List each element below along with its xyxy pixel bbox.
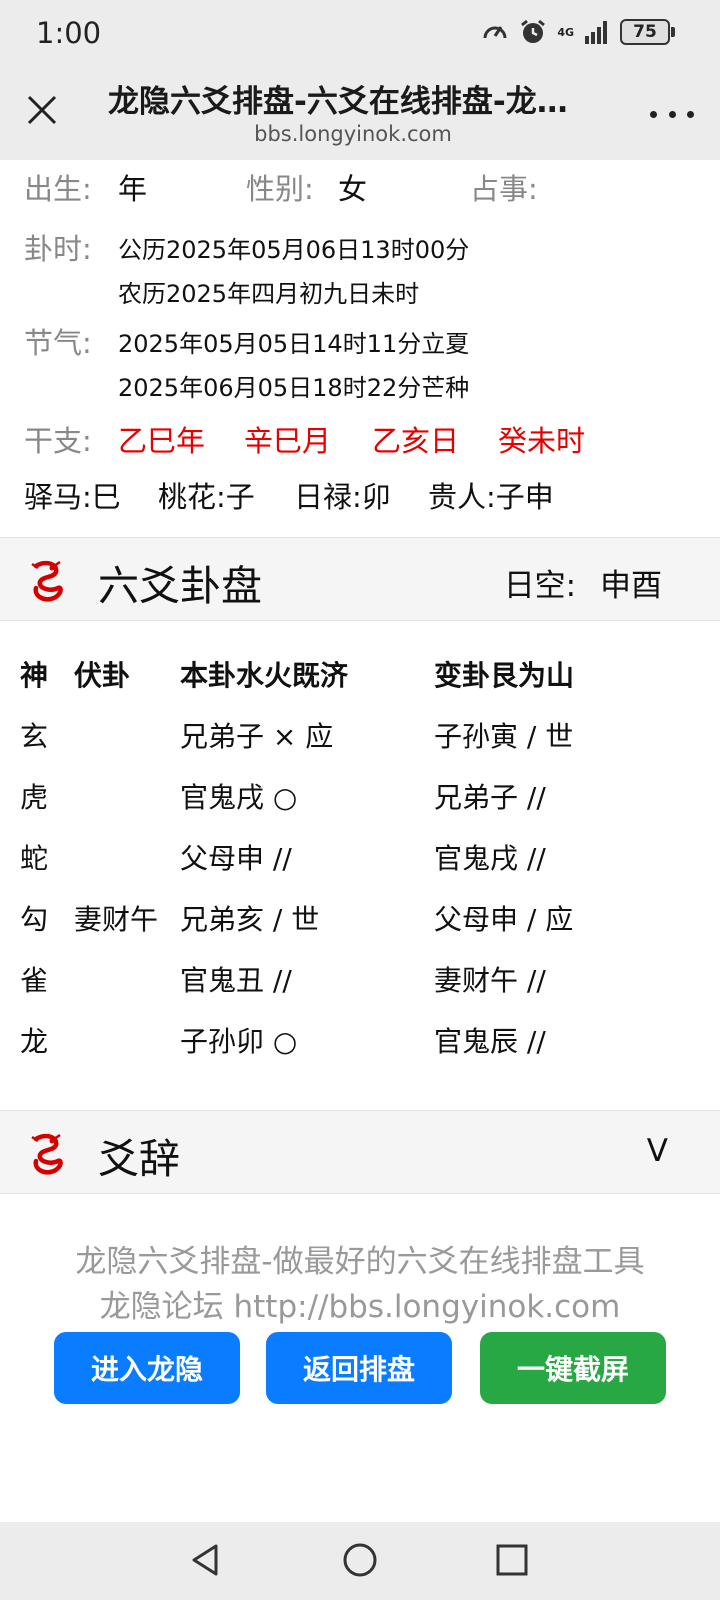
gua-section-title: 六爻卦盘 (98, 562, 262, 610)
cell-hidden: 妻财午 (74, 903, 159, 936)
gender-value: 女 (338, 172, 368, 206)
page-url[interactable]: bbs.longyinok.com (108, 122, 598, 146)
matter-row: 占事: (470, 166, 538, 208)
home-button[interactable] (338, 1538, 382, 1582)
dragon-logo-icon (31, 560, 63, 602)
void-label: 日空: (503, 568, 577, 604)
header-changed-gua: 变卦艮为山 (434, 659, 575, 692)
dragon-logo-icon (31, 1133, 63, 1175)
gender-label: 性别: (246, 172, 314, 206)
table-header: 神 伏卦 本卦水火既济 变卦艮为山 (20, 654, 700, 714)
time-label: 卦时: (24, 232, 92, 266)
guiren: 贵人:子申 (428, 480, 554, 514)
lunar-date: 农历2025年四月初九日未时 (118, 280, 420, 308)
enter-longyin-button[interactable]: 进入龙隐 (54, 1332, 240, 1404)
table-row: 玄 兄弟子 × 应 子孙寅 / 世 (20, 715, 700, 775)
cell-god: 蛇 (20, 842, 49, 875)
cell-god: 雀 (20, 964, 49, 997)
recents-icon (496, 1544, 528, 1576)
cell-main: 官鬼戌 ○ (180, 781, 298, 814)
cell-god: 玄 (20, 720, 49, 753)
void-value: 申酉 (600, 568, 662, 604)
cell-main: 兄弟子 × 应 (180, 720, 334, 753)
footer-slogan: 龙隐六爻排盘-做最好的六爻在线排盘工具 (75, 1244, 645, 1280)
status-icons: 4G 75 (481, 18, 675, 46)
alarm-icon (521, 19, 546, 43)
taohua: 桃花:子 (158, 480, 255, 514)
footer-site[interactable]: 龙隐论坛 http://bbs.longyinok.com (0, 1281, 720, 1326)
ganzhi-year: 乙巳年 (118, 424, 206, 458)
battery-indicator: 75 (620, 19, 675, 45)
status-time: 1:00 (36, 16, 102, 50)
more-icon-dot (668, 110, 676, 118)
cell-god: 虎 (20, 781, 49, 814)
back-icon (192, 1544, 218, 1576)
back-button[interactable] (184, 1538, 228, 1582)
signal-icon (585, 21, 607, 44)
cell-main: 父母申 // (180, 842, 292, 875)
expand-toggle[interactable]: V (647, 1133, 668, 1169)
table-row: 蛇 父母申 // 官鬼戌 // (20, 837, 700, 897)
close-button[interactable] (20, 88, 64, 132)
gender-row: 性别: 女 (246, 166, 367, 208)
ganzhi-day: 乙亥日 (372, 424, 460, 458)
birth-row: 出生: 年 (24, 166, 147, 208)
cell-changed: 官鬼戌 // (434, 842, 546, 875)
birth-label: 出生: (24, 172, 92, 206)
solar-term-2: 2025年06月05日18时22分芒种 (118, 374, 470, 402)
birth-value: 年 (118, 172, 148, 206)
ganzhi-label: 干支: (24, 424, 92, 458)
cell-changed: 父母申 / 应 (434, 903, 574, 936)
cell-main: 官鬼丑 // (180, 964, 292, 997)
yao-section-title: 爻辞 (98, 1135, 180, 1183)
table-row: 勾 妻财午 兄弟亥 / 世 父母申 / 应 (20, 898, 700, 958)
cell-changed: 官鬼辰 // (434, 1025, 546, 1058)
term-label: 节气: (24, 326, 92, 360)
browser-header: 龙隐六爻排盘-六爻在线排盘-龙隐论坛 bbs.longyinok.com (0, 68, 720, 160)
close-icon (27, 95, 57, 125)
header-god: 神 (20, 659, 49, 692)
cell-changed: 子孙寅 / 世 (434, 720, 574, 753)
term-label-row: 节气: (24, 320, 92, 362)
yao-section-header[interactable]: 爻辞 V (0, 1110, 720, 1194)
ganzhi-month: 辛巳月 (244, 424, 332, 458)
network-type: 4G (557, 25, 574, 39)
cell-changed: 兄弟子 // (434, 781, 546, 814)
cell-god: 龙 (20, 1025, 49, 1058)
yima: 驿马:巳 (24, 480, 121, 514)
ganzhi-hour: 癸未时 (498, 424, 586, 458)
more-icon (650, 110, 657, 118)
home-icon (343, 1543, 377, 1577)
system-nav-bar (0, 1522, 720, 1600)
table-row: 雀 官鬼丑 // 妻财午 // (20, 959, 700, 1019)
cell-changed: 妻财午 // (434, 964, 546, 997)
ganzhi-row: 干支: (24, 418, 92, 460)
table-row: 虎 官鬼戌 ○ 兄弟子 // (20, 776, 700, 836)
header-main-gua: 本卦水火既济 (180, 659, 349, 692)
rilu: 日禄:卯 (294, 480, 391, 514)
page-title: 龙隐六爻排盘-六爻在线排盘-龙隐论坛 (108, 84, 598, 120)
more-menu-button[interactable] (650, 102, 694, 126)
speed-icon (483, 26, 507, 39)
void-info: 日空: 申酉 (504, 560, 662, 605)
cell-main: 兄弟亥 / 世 (180, 903, 320, 936)
cell-god: 勾 (20, 903, 49, 936)
back-to-chart-button[interactable]: 返回排盘 (266, 1332, 452, 1404)
cell-main: 子孙卯 ○ (180, 1025, 298, 1058)
solar-term-1: 2025年05月05日14时11分立夏 (118, 330, 470, 358)
screenshot-button[interactable]: 一键截屏 (480, 1332, 666, 1404)
more-icon-dot (687, 110, 694, 118)
solar-date: 公历2025年05月06日13时00分 (118, 236, 470, 264)
time-label-row: 卦时: (24, 226, 92, 268)
gua-section-header: 六爻卦盘 日空: 申酉 (0, 537, 720, 621)
status-bar: 1:00 4G 75 (0, 0, 720, 68)
table-row: 龙 子孙卯 ○ 官鬼辰 // (20, 1020, 700, 1080)
matter-label: 占事: (470, 172, 538, 206)
recents-button[interactable] (490, 1538, 534, 1582)
header-hidden: 伏卦 (74, 659, 131, 692)
